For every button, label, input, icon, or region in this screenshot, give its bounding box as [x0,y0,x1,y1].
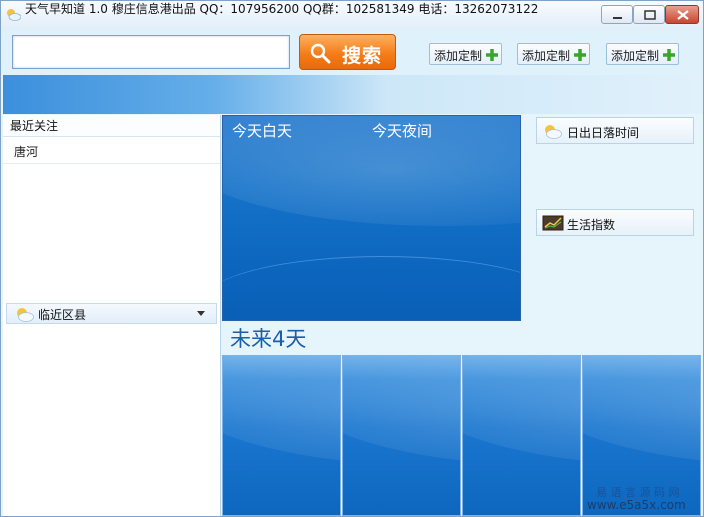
add-custom-button-3[interactable]: 添加定制 [606,43,679,65]
chart-icon [542,215,564,231]
add-custom-button-1[interactable]: 添加定制 [429,43,502,65]
today-night-label: 今天夜间 [372,122,433,140]
future-day-card-2 [342,355,461,516]
today-day-label: 今天白天 [232,122,293,140]
search-button[interactable]: 搜索 [299,34,396,70]
card-gloss [583,356,700,466]
future-day-card-1 [222,355,341,516]
future-day-card-3 [462,355,581,516]
panel-wave-decoration [223,256,520,320]
future-days-title: 未来4天 [230,327,307,351]
search-button-label: 搜索 [342,45,383,67]
sun-cloud-icon [545,125,562,139]
plus-icon [574,49,586,61]
sunrise-sunset-label: 日出日落时间 [567,126,640,140]
close-button[interactable] [665,5,699,24]
recent-section-title: 最近关注 [10,119,59,133]
recent-list-item[interactable]: 唐河 [3,139,220,164]
maximize-icon [644,10,656,20]
window-title: 天气早知道 1.0 穆庄信息港出品 QQ：107956200 QQ群：10258… [25,2,539,16]
chevron-down-icon[interactable] [197,311,205,316]
add-custom-button-2[interactable]: 添加定制 [517,43,590,65]
maximize-button[interactable] [633,5,665,24]
plus-icon [663,49,675,61]
card-gloss [343,356,460,466]
nearby-counties-label: 临近区县 [38,308,87,322]
sunrise-sunset-button[interactable]: 日出日落时间 [536,117,694,144]
life-index-button[interactable]: 生活指数 [536,209,694,236]
recent-section-header: 最近关注 [3,115,220,137]
add-custom-label: 添加定制 [611,49,660,63]
plus-icon [486,49,498,61]
card-gloss [463,356,580,466]
left-sidebar: 最近关注 唐河 临近区县 [3,115,221,516]
app-window: 天气早知道 1.0 穆庄信息港出品 QQ：107956200 QQ群：10258… [0,0,704,517]
add-custom-label: 添加定制 [522,49,571,63]
sun-cloud-icon [7,9,21,21]
banner-strip [3,75,703,114]
title-bar: 天气早知道 1.0 穆庄信息港出品 QQ：107956200 QQ群：10258… [1,1,703,29]
close-icon [677,10,689,20]
minimize-button[interactable] [601,5,633,24]
sun-cloud-icon [17,308,34,322]
add-custom-label: 添加定制 [434,49,483,63]
card-gloss [223,356,340,466]
search-icon [310,43,331,64]
watermark-url: www.e5a5x.com [587,498,686,512]
search-input[interactable] [12,35,290,69]
life-index-label: 生活指数 [567,218,616,232]
recent-item-label: 唐河 [14,145,39,159]
today-forecast-panel: 今天白天 今天夜间 [222,115,521,321]
toolbar: 搜索 添加定制 添加定制 添加定制 [1,29,703,75]
nearby-counties-dropdown[interactable]: 临近区县 [6,303,217,324]
minimize-icon [613,17,622,19]
